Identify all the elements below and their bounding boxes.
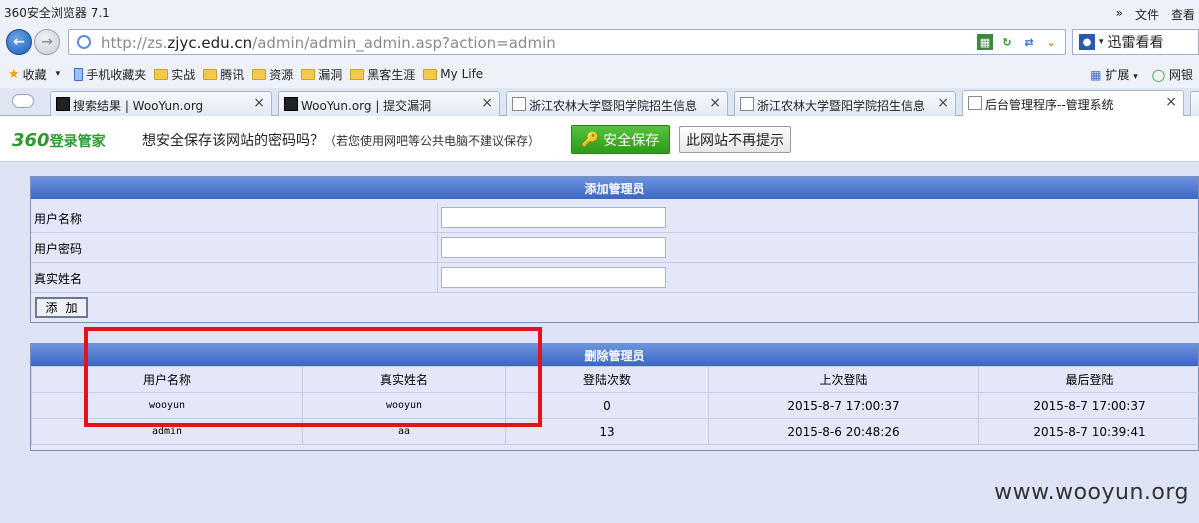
add-admin-panel: 添加管理员 用户名称 用户密码 真实姓名 添加 [30,176,1199,323]
login-manager-logo: 360登录管家 [12,130,106,151]
close-icon[interactable]: × [253,95,265,111]
phone-icon [74,67,84,81]
close-icon[interactable]: × [481,95,493,111]
close-icon[interactable]: × [1165,94,1177,110]
bookmark-folder-2[interactable]: 腾讯 [203,66,244,83]
never-remind-button[interactable]: 此网站不再提示 [679,126,791,153]
bookmark-folder-4[interactable]: 漏洞 [301,66,342,83]
forward-button[interactable]: → [34,29,60,55]
bookmark-folder-3[interactable]: 资源 [252,66,293,83]
bookmark-folder-1[interactable]: 实战 [154,66,195,83]
password-label: 用户密码 [34,242,83,256]
realname-row: 真实姓名 [31,263,1199,293]
address-icons: ▦ ↻ ⇄ ⌄ [977,34,1059,50]
password-manager-bar: 360登录管家 想安全保存该网站的密码吗？（若您使用网吧等公共电脑不建议保存） … [0,116,1199,162]
browser-menu: » 文件 查看 [1116,6,1195,23]
address-bar[interactable]: http://zs.zjyc.edu.cn/admin/admin_admin.… [68,29,1066,55]
cloud-icon[interactable] [12,94,34,108]
navigation-bar: ← → http://zs.zjyc.edu.cn/admin/admin_ad… [0,26,1199,60]
extensions-button[interactable]: ▦ 扩展 ▾ [1090,66,1138,83]
bookmark-folder-5[interactable]: 黑客生涯 [350,66,415,83]
realname-label: 真实姓名 [34,272,83,286]
password-input[interactable] [441,237,666,258]
folder-icon [203,68,218,80]
shield-icon: ◯ [1151,68,1166,82]
qrcode-icon[interactable]: ▦ [977,34,993,50]
grid-icon: ▦ [1090,68,1102,82]
wooyun-watermark: www.wooyun.org [994,480,1189,505]
username-input[interactable] [441,207,666,228]
folder-icon [154,68,169,80]
bookmark-mobile[interactable]: 手机收藏夹 [74,66,146,83]
close-icon[interactable]: × [937,95,949,111]
bookmarks-bar: ★ 收藏 ▾ 手机收藏夹 实战 腾讯 资源 漏洞 黑客生涯 My Life ▦ 扩展… [0,60,1199,88]
col-last-login: 上次登陆 [708,366,979,393]
xunlei-toolbar[interactable]: ● ▾ 迅雷看看 [1072,29,1199,55]
tab-overflow[interactable] [1190,91,1199,116]
page-icon [512,97,526,111]
menu-more[interactable]: » [1116,6,1123,23]
globe-icon [77,35,91,49]
ebank-button[interactable]: ◯ 网银 [1152,66,1193,83]
tab-strip: 搜索结果 | WooYun.org × WooYun.org | 提交漏洞 × … [0,88,1199,117]
url-prefix: http://zs. [101,34,168,52]
password-row: 用户密码 [31,233,1199,263]
url-text[interactable]: http://zs.zjyc.edu.cn/admin/admin_admin.… [101,34,556,52]
url-path: /admin/admin_admin.asp?action=admin [252,34,556,52]
bookmarks-right: ▦ 扩展 ▾ ◯ 网银 [1090,66,1193,83]
tab-wooyun-search[interactable]: 搜索结果 | WooYun.org × [50,91,272,116]
col-latest-login: 最后登陆 [978,366,1199,393]
username-label: 用户名称 [34,212,83,226]
cell-latest-login: 2015-8-7 17:00:37 [978,392,1199,419]
compat-mode-icon[interactable]: ⇄ [1021,34,1037,50]
star-icon: ★ [8,66,20,82]
bookmark-folder-6[interactable]: My Life [423,67,483,81]
highlight-annotation-box [84,327,542,427]
xunlei-label: 迅雷看看 [1107,35,1164,51]
wooyun-favicon-icon [56,97,70,111]
arrow-left-icon: ← [13,34,25,50]
add-admin-title: 添加管理员 [31,177,1198,199]
back-button[interactable]: ← [6,29,32,55]
bookmark-favorites[interactable]: ★ 收藏 ▾ [8,66,60,83]
page-icon [968,96,982,110]
window-title: 360安全浏览器 7.1 [4,6,110,20]
add-button[interactable]: 添加 [35,297,88,318]
username-row: 用户名称 [31,203,1199,233]
chevron-down-icon: ▾ [1099,37,1104,47]
safe-save-button[interactable]: 🔑 安全保存 [571,125,670,154]
tab-admin-active[interactable]: 后台管理程序--管理系统 × [962,90,1184,117]
tab-zjyc-1[interactable]: 浙江农林大学暨阳学院招生信息 × [506,91,728,116]
browser-titlebar: 360安全浏览器 7.1 » 文件 查看 [0,0,1199,26]
menu-file[interactable]: 文件 [1135,6,1159,23]
cell-last-login: 2015-8-6 20:48:26 [708,418,979,445]
save-password-hint: （若您使用网吧等公共电脑不建议保存） [324,134,541,148]
cell-latest-login: 2015-8-7 10:39:41 [978,418,1199,445]
tab-zjyc-2[interactable]: 浙江农林大学暨阳学院招生信息 × [734,91,956,116]
tab-wooyun-submit[interactable]: WooYun.org | 提交漏洞 × [278,91,500,116]
key-icon: 🔑 [581,131,600,148]
menu-view[interactable]: 查看 [1171,6,1195,23]
close-icon[interactable]: × [709,95,721,111]
cell-last-login: 2015-8-7 17:00:37 [708,392,979,419]
folder-icon [350,68,365,80]
chevron-down-icon: ▾ [55,69,61,79]
paw-icon: ● [1079,34,1095,50]
save-password-prompt: 想安全保存该网站的密码吗？（若您使用网吧等公共电脑不建议保存） [142,133,541,149]
page-icon [740,97,754,111]
refresh-green-icon[interactable]: ↻ [999,34,1015,50]
chevron-down-icon[interactable]: ⌄ [1043,34,1059,50]
arrow-right-icon: → [41,34,53,50]
folder-icon [252,68,267,80]
url-domain: zjyc.edu.cn [167,34,253,52]
folder-icon [423,68,438,80]
chevron-down-icon: ▾ [1133,72,1138,82]
wooyun-favicon-icon [284,97,298,111]
realname-input[interactable] [441,267,666,288]
folder-icon [301,68,316,80]
